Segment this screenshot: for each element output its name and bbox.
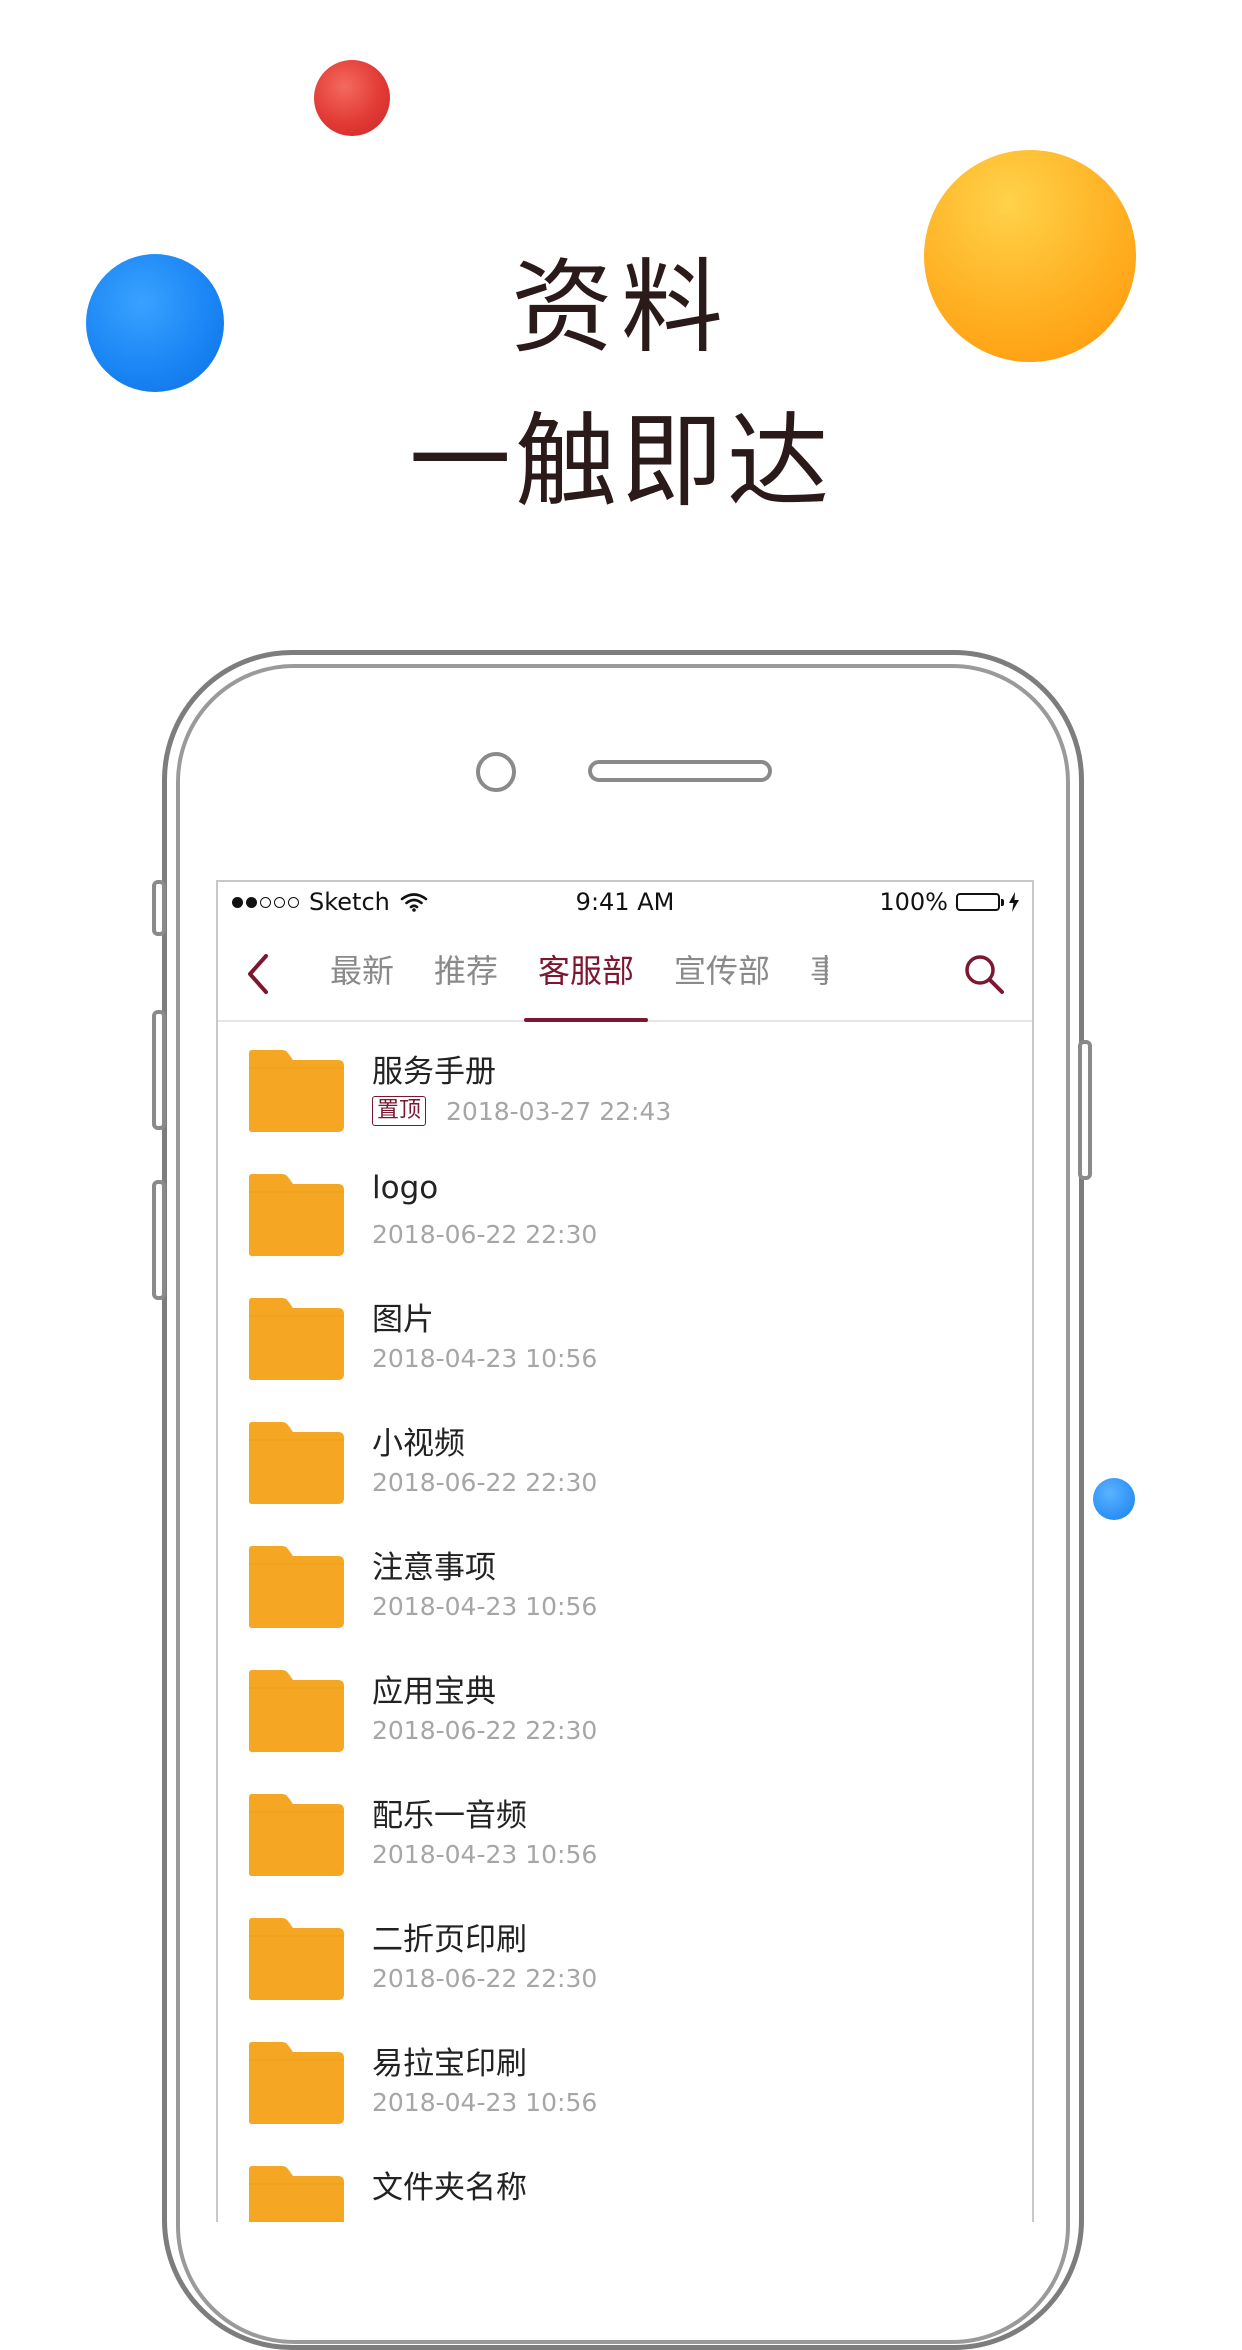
folder-name: 配乐一音频 [372,1798,527,1834]
folder-row[interactable]: logo 2018-06-22 22:30 [218,1146,1032,1270]
folder-name: 小视频 [372,1426,465,1462]
folder-row[interactable]: 二折页印刷 2018-06-22 22:30 [218,1890,1032,2014]
folder-name: 注意事项 [372,1550,496,1586]
tab-truncated[interactable]: 事 [790,926,828,1022]
folder-row[interactable]: 文件夹名称 [218,2138,1032,2222]
phone-volume-up [152,1010,166,1130]
folder-date: 2018-04-23 10:56 [372,2088,598,2117]
folder-date: 2018-04-23 10:56 [372,1344,598,1373]
folder-row[interactable]: 小视频 2018-06-22 22:30 [218,1394,1032,1518]
folder-date: 2018-06-22 22:30 [372,1716,598,1745]
folder-list: 服务手册置顶 2018-03-27 22:43 logo 2018-06-22 22:… [218,1022,1032,2222]
folder-icon [249,1546,344,1628]
back-chevron-icon[interactable] [240,950,280,998]
folder-name: 应用宝典 [372,1674,496,1710]
folder-icon [249,2166,344,2222]
phone-speaker [588,760,772,782]
folder-date: 2018-03-27 22:43 [446,1096,672,1126]
folder-row[interactable]: 注意事项 2018-04-23 10:56 [218,1518,1032,1642]
folder-meta: 2018-06-22 22:30 [372,1220,597,1249]
headline-line1: 资料 [511,249,731,368]
folder-icon [249,1050,344,1132]
status-bar-right: 100% [879,888,1020,916]
folder-date: 2018-06-22 22:30 [372,1468,598,1497]
folder-name: 服务手册 [372,1054,496,1090]
folder-meta: 2018-06-22 22:30 [372,1716,597,1745]
folder-meta: 2018-06-22 22:30 [372,1964,597,1993]
tab-latest[interactable]: 最新 [310,926,414,1022]
folder-date: 2018-06-22 22:30 [372,1220,598,1249]
folder-meta: 2018-04-23 10:56 [372,1840,597,1869]
folder-row[interactable]: 服务手册置顶 2018-03-27 22:43 [218,1022,1032,1146]
search-icon[interactable] [960,950,1008,998]
phone-mute-switch [152,880,166,936]
folder-meta: 2018-04-23 10:56 [372,1592,597,1621]
phone-camera [476,752,516,792]
folder-row[interactable]: 应用宝典 2018-06-22 22:30 [218,1642,1032,1766]
red-ball-decoration [314,60,390,136]
folder-name: 图片 [372,1302,434,1338]
folder-icon [249,1918,344,2000]
phone-power-button [1078,1040,1092,1180]
phone-screen: Sketch 9:41 AM 100% 最新 推荐 客服部 宣传部 事 [216,880,1034,2222]
battery-icon [956,893,1004,911]
category-nav-bar: 最新 推荐 客服部 宣传部 事 [218,926,1032,1022]
folder-name: 易拉宝印刷 [372,2046,527,2082]
folder-name: logo [372,1170,439,1206]
folder-name: 文件夹名称 [372,2170,527,2206]
folder-name: 二折页印刷 [372,1922,527,1958]
folder-row[interactable]: 易拉宝印刷 2018-04-23 10:56 [218,2014,1032,2138]
folder-row[interactable]: 配乐一音频 2018-04-23 10:56 [218,1766,1032,1890]
folder-icon [249,1174,344,1256]
folder-date: 2018-06-22 22:30 [372,1964,598,1993]
tab-publicity[interactable]: 宣传部 [654,926,790,1022]
headline-line2: 一触即达 [409,403,833,522]
folder-icon [249,1794,344,1876]
charging-bolt-icon [1009,892,1019,912]
folder-meta: 2018-06-22 22:30 [372,1468,597,1497]
folder-meta: 2018-04-23 10:56 [372,2088,597,2117]
folder-icon [249,2042,344,2124]
folder-row[interactable]: 图片 2018-04-23 10:56 [218,1270,1032,1394]
tab-customer-service[interactable]: 客服部 [518,926,654,1022]
small-blue-ball-decoration [1093,1478,1135,1520]
folder-icon [249,1670,344,1752]
folder-meta: 置顶 2018-03-27 22:43 [372,1096,671,1126]
folder-date: 2018-04-23 10:56 [372,1840,598,1869]
folder-icon [249,1422,344,1504]
battery-percent: 100% [879,888,948,916]
folder-date: 2018-04-23 10:56 [372,1592,598,1621]
status-bar: Sketch 9:41 AM 100% [218,882,1032,926]
phone-volume-down [152,1180,166,1300]
folder-icon [249,1298,344,1380]
category-tabs: 最新 推荐 客服部 宣传部 事 [310,926,828,1022]
pinned-badge: 置顶 [372,1096,427,1126]
folder-meta: 2018-04-23 10:56 [372,1344,597,1373]
tab-recommended[interactable]: 推荐 [414,926,518,1022]
